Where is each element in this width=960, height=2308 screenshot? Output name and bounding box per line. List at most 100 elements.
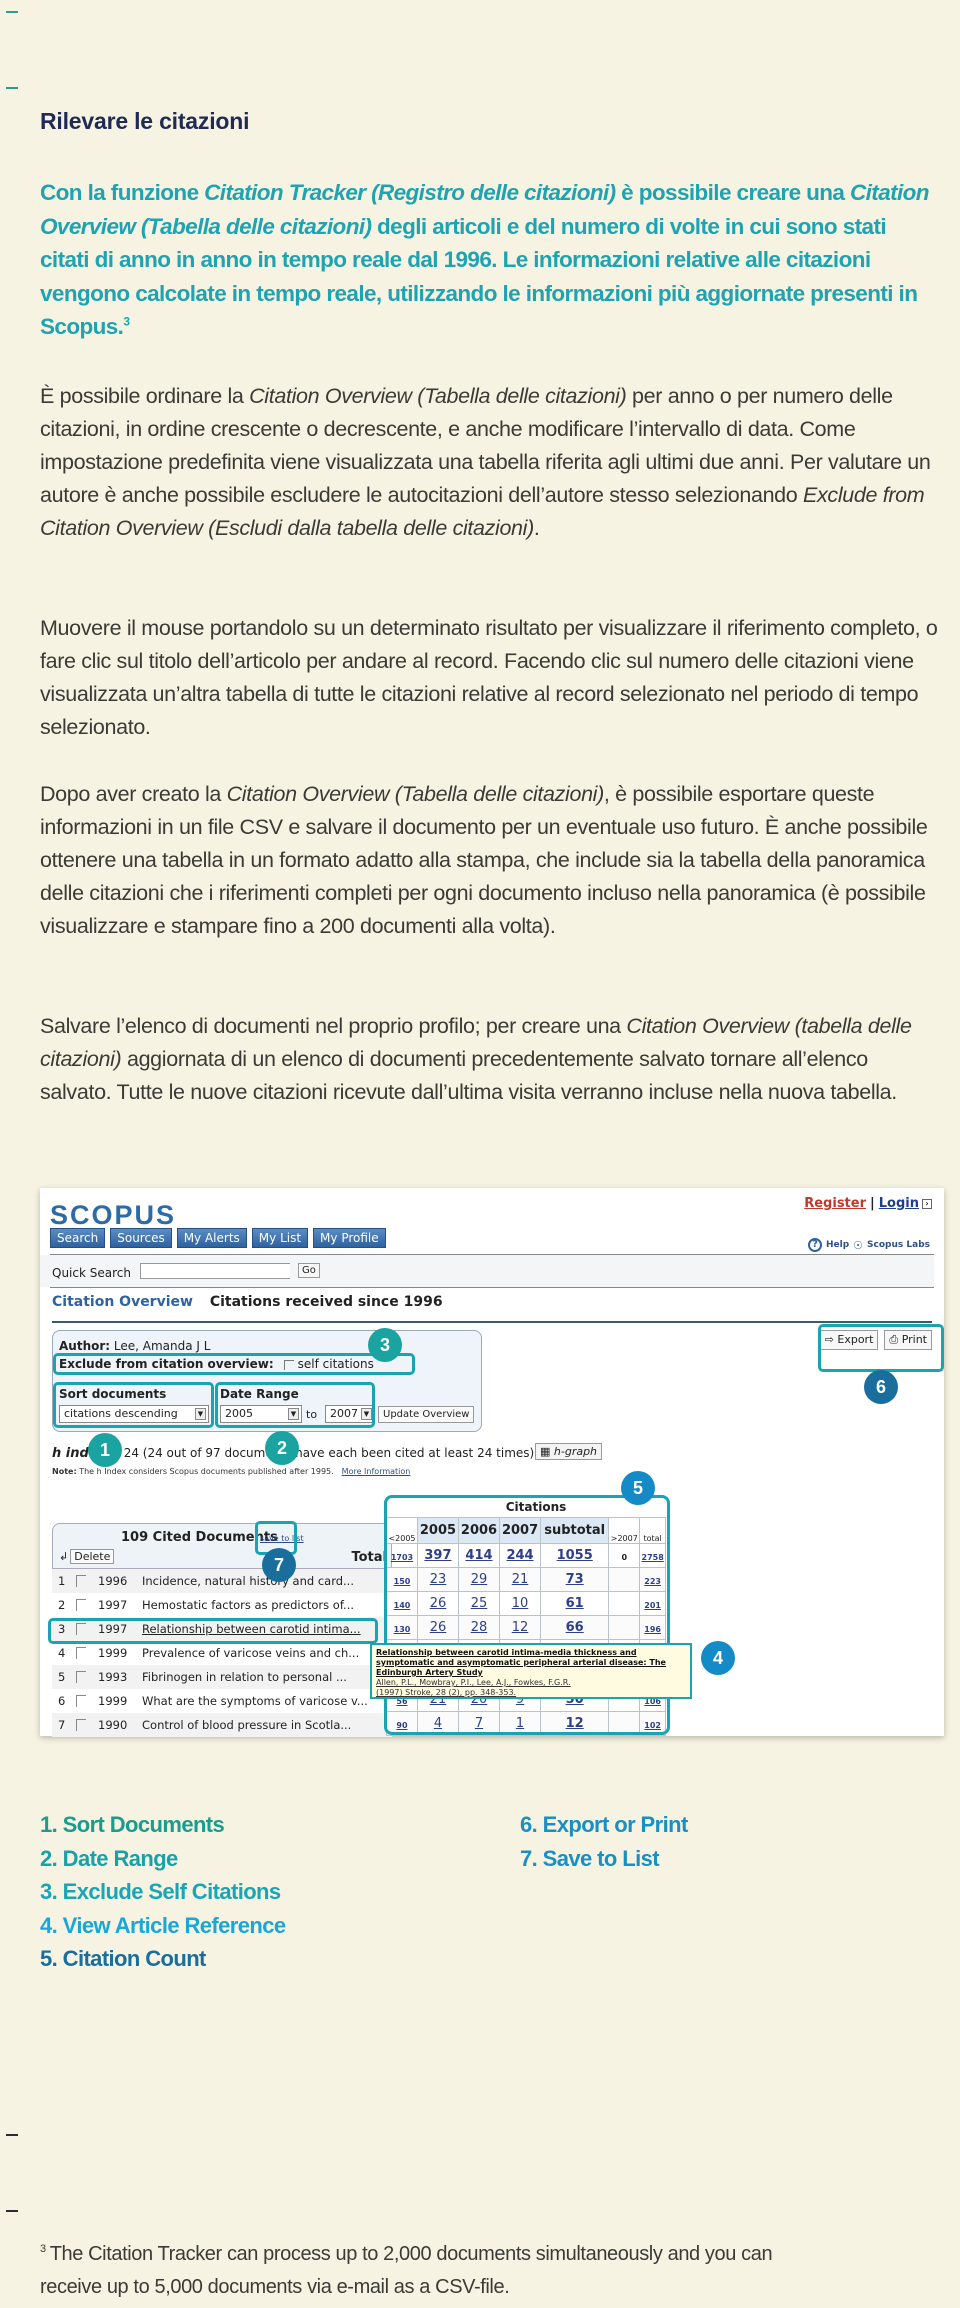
document-row: 5 1993 Fibrinogen in relation to personal … [52,1665,392,1689]
lightbulb-icon: ☉ [853,1238,864,1252]
callout-badge-3: 3 [368,1328,402,1362]
author-label: Author: [59,1339,111,1353]
register-link[interactable]: Register [804,1196,866,1211]
document-row: 1 1996 Incidence, natural history and card… [52,1569,392,1593]
body-paragraph: Salvare l’elenco di documenti nel propri… [40,1010,940,1109]
legend-item: 1. Sort Documents [40,1812,225,1837]
row-title-link[interactable]: What are the symptoms of varicose v... [142,1694,368,1708]
quick-search-input[interactable] [140,1263,290,1279]
row-title-link[interactable]: Control of blood pressure in Scotla... [142,1718,351,1732]
delete-button[interactable]: Delete [70,1549,115,1564]
footnote-ref[interactable]: 3 [123,315,130,329]
row-checkbox[interactable] [76,1575,86,1587]
h-index-note: Note: The h Index considers Scopus docum… [52,1467,410,1476]
text-run: È possibile ordinare la [40,384,250,408]
row-year: 1993 [98,1670,128,1684]
nav-tab-my-profile[interactable]: My Profile [313,1228,386,1248]
legend-right: 6. Export or Print 7. Save to List [520,1808,688,1875]
margin-mark [6,2210,18,2212]
h-index-text: = 24 (24 out of 97 documents have each b… [109,1446,535,1460]
highlight-date-range [215,1382,375,1428]
quick-search-bar: Quick Search Go [40,1255,934,1287]
emphasis-text: Citation Overview (Tabella delle citazio… [226,782,605,806]
overview-settings-panel: Author: Lee, Amanda J L Exclude from cit… [52,1330,482,1432]
go-button[interactable]: Go [298,1263,320,1278]
callout-badge-2: 2 [265,1431,299,1465]
footnote: 3 The Citation Tracker can process up to … [40,2238,830,2304]
nav-tab-sources[interactable]: Sources [110,1228,172,1248]
document-rows: 1 1996 Incidence, natural history and card… [52,1569,392,1737]
document-row: 2 1997 Hemostatic factors as predictors of… [52,1593,392,1617]
row-number: 7 [58,1718,66,1732]
divider [50,1287,934,1288]
citation-overview-header: Citation Overview Citations received sin… [52,1294,443,1310]
row-number: 5 [58,1670,66,1684]
login-icon: › [922,1198,932,1209]
arrow-down-icon: ↲ [59,1550,69,1563]
callout-badge-4: 4 [701,1641,735,1675]
row-title-link[interactable]: Hemostatic factors as predictors of... [142,1598,354,1612]
row-year: 1996 [98,1574,128,1588]
document-row: 4 1999 Prevalence of varicose veins and ch… [52,1641,392,1665]
tooltip-authors: Allen, P.L., Mowbray, P.I., Lee, A.J., F… [376,1678,571,1687]
row-checkbox[interactable] [76,1695,86,1707]
author-line: Author: Lee, Amanda J L [59,1339,210,1353]
scopus-screenshot: SCOPUS Register | Login › Search Sources My… [40,1188,944,1737]
callout-badge-1: 1 [88,1433,122,1467]
help-link[interactable]: Help [826,1240,849,1250]
row-number: 1 [58,1574,66,1588]
row-number: 2 [58,1598,66,1612]
article-reference-tooltip: Relationship between carotid intima-medi… [370,1643,692,1699]
row-checkbox[interactable] [76,1647,86,1659]
row-year: 1990 [98,1718,128,1732]
nav-tab-my-list[interactable]: My List [251,1228,309,1248]
legend-item: 2. Date Range [40,1845,178,1871]
scopus-labs-link[interactable]: Scopus Labs [867,1240,930,1250]
text-run: Salvare l’elenco di documenti nel propri… [40,1014,627,1038]
scopus-logo: SCOPUS [50,1200,177,1230]
tooltip-source: (1997) Stroke, 28 (2), pp. 348-353. [376,1688,517,1697]
callout-badge-7: 7 [262,1548,296,1582]
text-run: . [533,516,540,540]
margin-mark [6,87,18,89]
legend-item: 5. Citation Count [40,1946,206,1971]
row-title-link[interactable]: Fibrinogen in relation to personal ... [142,1670,347,1684]
graph-icon: ▦ [540,1445,554,1458]
document-row: 7 1990 Control of blood pressure in Scotla… [52,1713,392,1737]
nav-tab-search[interactable]: Search [50,1228,106,1248]
tooltip-title[interactable]: Relationship between carotid intima-medi… [376,1648,686,1678]
row-year: 1999 [98,1694,128,1708]
text-run: aggiornata di un elenco di documenti pre… [40,1047,897,1104]
note-label: Note: [52,1467,77,1476]
legend-item: 3. Exclude Self Citations [40,1879,281,1904]
highlight-exclude [53,1353,415,1375]
row-checkbox[interactable] [76,1599,86,1611]
more-information-link[interactable]: More Information [342,1467,411,1476]
login-link[interactable]: Login [879,1196,919,1211]
help-bar: ? Help ☉ Scopus Labs [808,1238,930,1252]
lead-paragraph: Con la funzione Citation Tracker (Regist… [40,176,940,344]
nav-tab-my-alerts[interactable]: My Alerts [176,1228,247,1248]
separator: | [870,1196,875,1211]
highlight-row-3 [48,1618,378,1644]
h-graph-button[interactable]: ▦ h-graph [535,1443,603,1460]
row-checkbox[interactable] [76,1719,86,1731]
citations-since-label: Citations received since 1996 [209,1294,443,1310]
page-title: Rilevare le citazioni [40,108,250,134]
row-year: 1999 [98,1646,128,1660]
legend-item: 4. View Article Reference [40,1912,286,1938]
body-paragraph: Muovere il mouse portandolo su un determ… [40,612,940,744]
header-rule [52,1321,932,1323]
text-run: Muovere il mouse portandolo su un determ… [40,616,938,739]
update-overview-button[interactable]: Update Overview [378,1406,475,1423]
row-title-link[interactable]: Incidence, natural history and card... [142,1574,354,1588]
highlight-sort [53,1382,214,1428]
legend-item: 7. Save to List [520,1845,660,1871]
row-title-link[interactable]: Prevalence of varicose veins and ch... [142,1646,359,1660]
margin-mark [6,11,18,13]
row-year: 1997 [98,1598,128,1612]
row-checkbox[interactable] [76,1671,86,1683]
emphasis-text: Citation Overview (Tabella delle citazio… [249,384,627,408]
emphasis-text: Citation Tracker (Registro delle citazio… [204,180,616,205]
legend-left: 1. Sort Documents 2. Date Range 3. Exclude… [40,1808,286,1976]
